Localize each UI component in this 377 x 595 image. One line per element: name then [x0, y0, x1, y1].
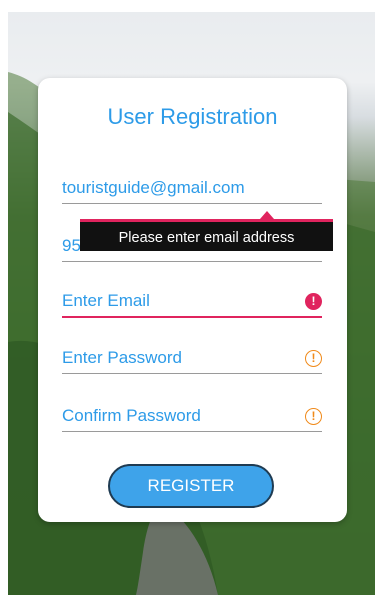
confirm-warning-icon: ! [305, 408, 322, 425]
error-icon: ! [305, 293, 322, 310]
email-display-value: touristguide@gmail.com [62, 178, 245, 197]
password-field[interactable]: Enter Password ! [62, 340, 322, 374]
tooltip-arrow [260, 211, 274, 219]
confirm-password-field[interactable]: Confirm Password ! [62, 398, 322, 432]
email-placeholder: Enter Email [62, 291, 150, 310]
error-tooltip: Please enter email address [80, 219, 333, 251]
page-title: User Registration [107, 104, 278, 129]
email-field[interactable]: Enter Email ! [62, 284, 322, 318]
password-warning-icon: ! [305, 350, 322, 367]
screen: User Registration touristguide@gmail.com… [0, 0, 377, 595]
register-button[interactable]: REGISTER [108, 464, 274, 508]
email-display-field[interactable]: touristguide@gmail.com [62, 170, 322, 204]
confirm-password-placeholder: Confirm Password [62, 406, 201, 425]
password-placeholder: Enter Password [62, 348, 182, 367]
registration-card: User Registration touristguide@gmail.com… [38, 78, 347, 522]
